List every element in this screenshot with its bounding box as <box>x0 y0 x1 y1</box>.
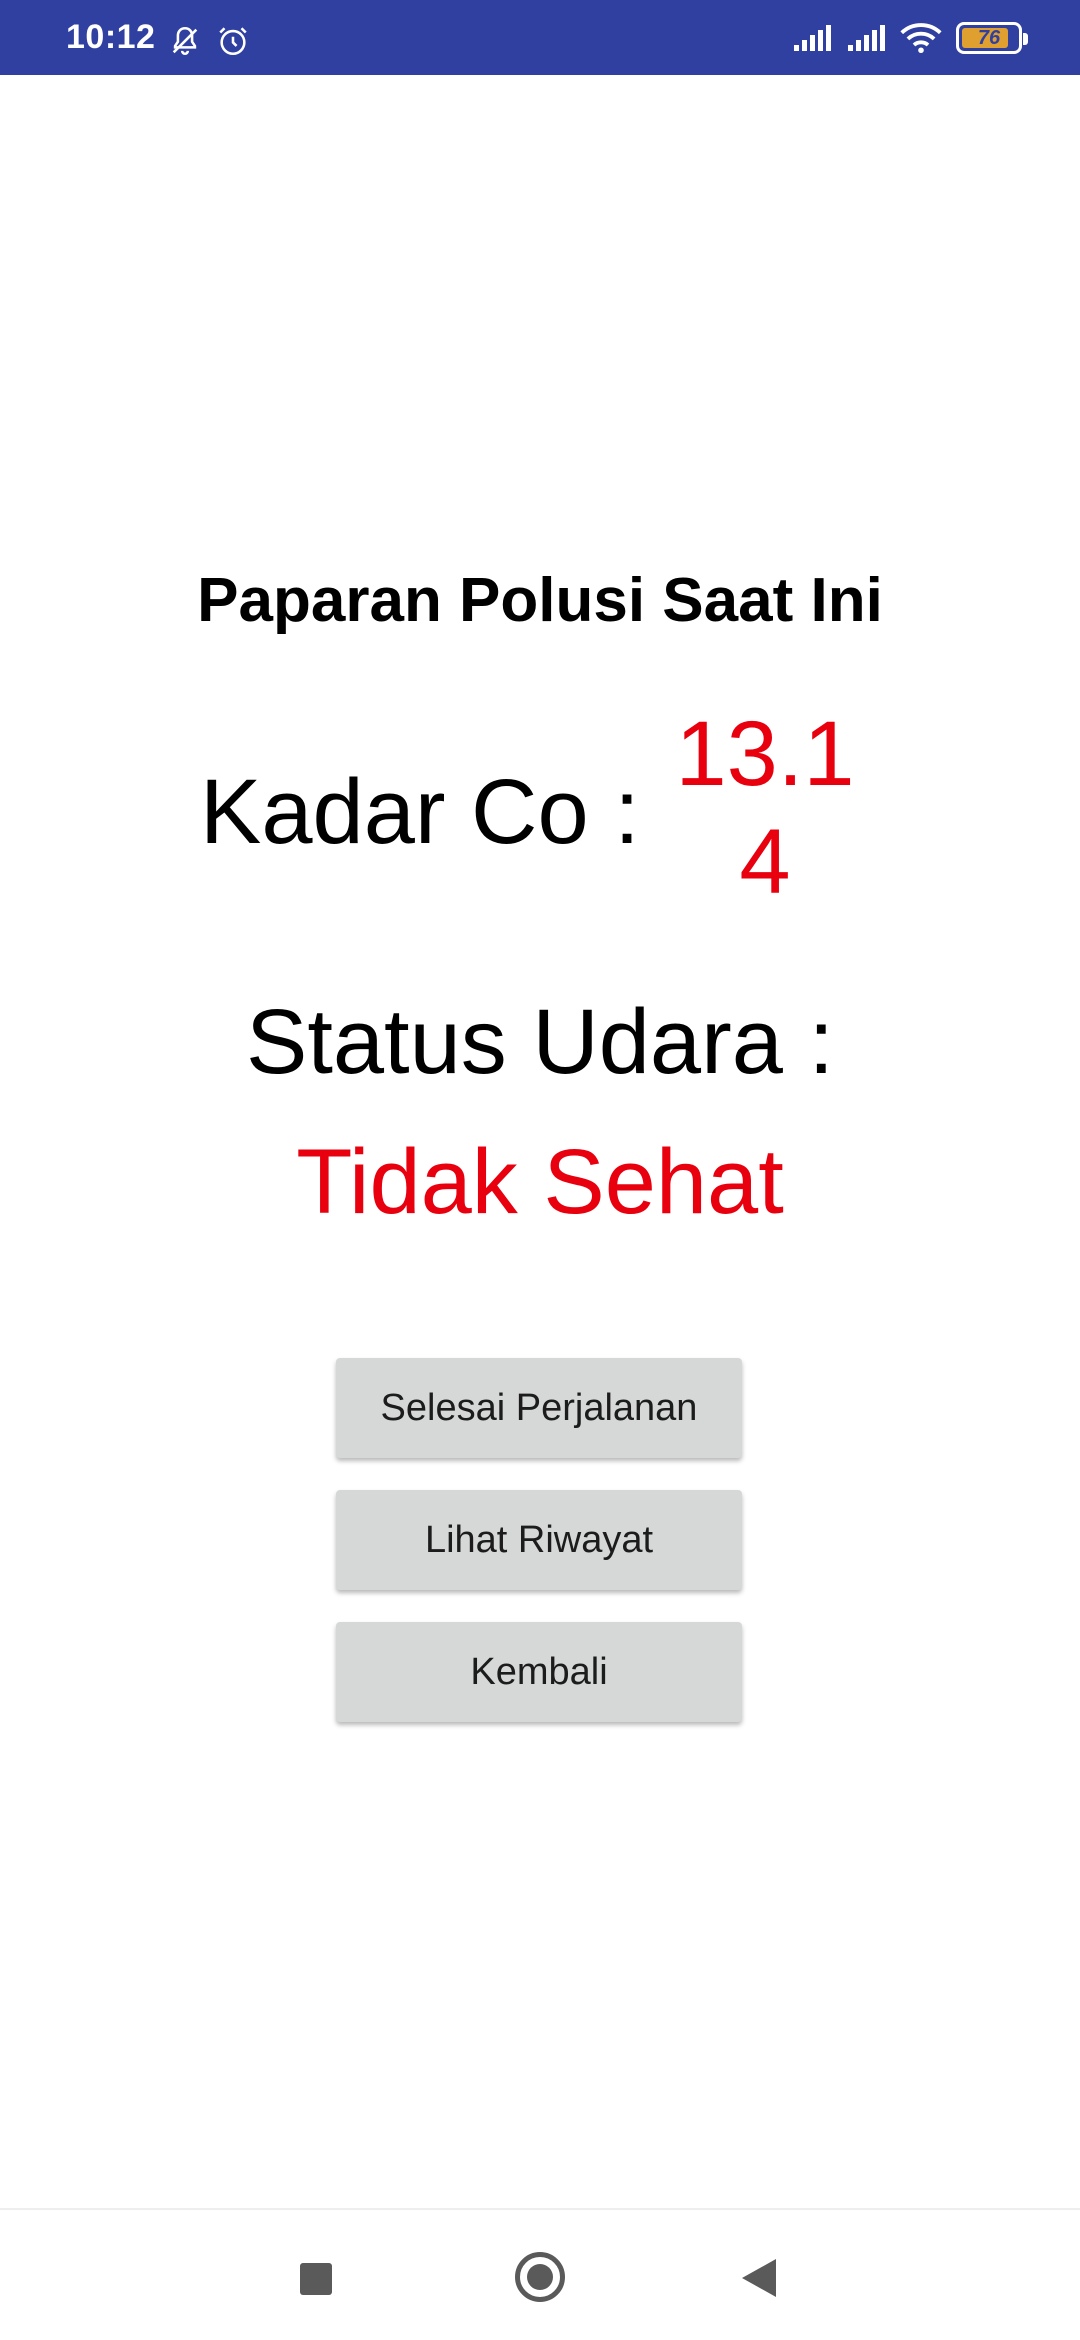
back-icon[interactable] <box>742 2259 776 2297</box>
muted-bell-icon <box>172 26 198 55</box>
status-right-icons: 76 <box>792 22 1028 54</box>
wifi-icon <box>900 23 942 54</box>
air-status-value: Tidak Sehat <box>296 1131 784 1233</box>
status-bar: 10:12 76 <box>0 0 1080 75</box>
alarm-icon <box>219 27 247 56</box>
view-history-button[interactable]: Lihat Riwayat <box>336 1490 742 1590</box>
battery-level: 76 <box>977 26 1001 49</box>
air-status-label: Status Udara : <box>245 991 835 1093</box>
screen: 10:12 76 Paparan Polusi Saat Ini Kadar C… <box>0 0 1080 2340</box>
finish-trip-button[interactable]: Selesai Perjalanan <box>336 1358 742 1458</box>
status-time: 10:12 <box>66 18 156 56</box>
battery-nub <box>1023 33 1028 45</box>
signal-icon <box>794 25 831 51</box>
navigation-bar <box>0 2208 1080 2340</box>
co-label: Kadar Co : <box>200 761 640 863</box>
home-icon[interactable] <box>515 2252 565 2302</box>
status-left-icons <box>168 24 250 58</box>
back-button[interactable]: Kembali <box>336 1622 742 1722</box>
signal-icon <box>848 25 885 51</box>
co-value: 13.14 <box>675 703 855 913</box>
page-title: Paparan Polusi Saat Ini <box>197 566 883 635</box>
recent-apps-icon[interactable] <box>300 2263 332 2295</box>
battery-icon: 76 <box>956 22 1028 54</box>
